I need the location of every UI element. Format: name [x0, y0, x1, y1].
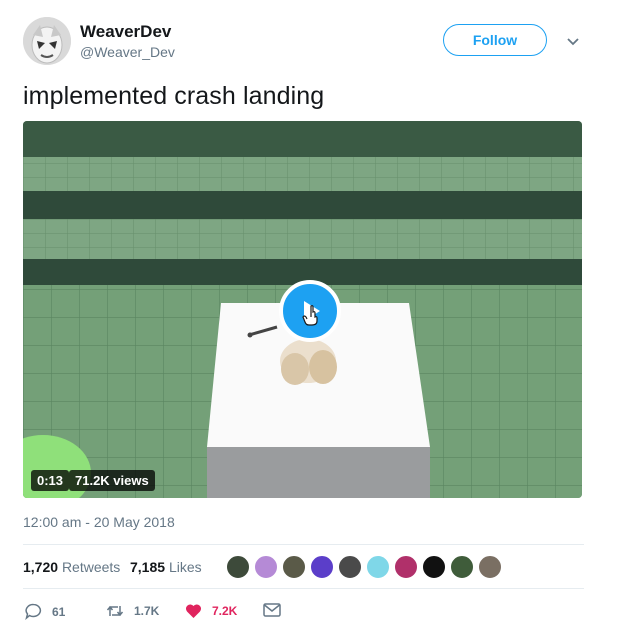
likes-label: Likes	[168, 559, 202, 575]
tweet-timestamp[interactable]: 12:00 am - 20 May 2018	[23, 514, 175, 530]
tweet-text: implemented crash landing	[23, 82, 325, 110]
play-icon	[302, 301, 320, 326]
liker-avatars[interactable]	[226, 555, 506, 580]
retweet-icon	[106, 605, 124, 617]
liker-avatar[interactable]	[226, 555, 250, 579]
retweets-label: Retweets	[61, 559, 121, 575]
video-duration-badge: 0:13	[31, 470, 70, 491]
follow-button[interactable]: Follow	[443, 24, 547, 56]
divider	[23, 544, 584, 545]
retweet-count: 1.7K	[134, 604, 160, 618]
heart-icon	[185, 604, 202, 618]
display-name[interactable]: WeaverDev	[80, 22, 171, 42]
like-action[interactable]: 7.2K	[185, 603, 237, 619]
message-action[interactable]	[263, 603, 291, 617]
video-views-badge: 71.2K views	[69, 470, 155, 491]
liker-avatar[interactable]	[394, 555, 418, 579]
liker-avatar[interactable]	[338, 555, 362, 579]
liker-avatar[interactable]	[450, 555, 474, 579]
clown-avatar-icon	[23, 17, 71, 65]
liker-avatar[interactable]	[282, 555, 306, 579]
user-handle[interactable]: @Weaver_Dev	[80, 44, 175, 60]
retweets-count: 1,720	[23, 559, 59, 575]
likes-stat[interactable]: 7,185 Likes	[130, 559, 202, 575]
like-count: 7.2K	[212, 604, 238, 618]
reply-count: 61	[52, 604, 66, 619]
likes-count: 7,185	[130, 559, 166, 575]
avatar[interactable]	[23, 17, 71, 65]
reply-action[interactable]: 61	[25, 603, 65, 620]
liker-avatar[interactable]	[254, 555, 278, 579]
retweets-stat[interactable]: 1,720 Retweets	[23, 559, 120, 575]
liker-avatar[interactable]	[366, 555, 390, 579]
envelope-icon	[263, 603, 281, 617]
liker-avatar[interactable]	[422, 555, 446, 579]
divider	[23, 588, 584, 589]
play-button[interactable]	[279, 280, 341, 342]
liker-avatar[interactable]	[310, 555, 334, 579]
reply-icon	[25, 603, 42, 620]
retweet-action[interactable]: 1.7K	[106, 603, 159, 619]
chevron-down-icon[interactable]	[566, 34, 580, 46]
liker-avatar[interactable]	[478, 555, 502, 579]
